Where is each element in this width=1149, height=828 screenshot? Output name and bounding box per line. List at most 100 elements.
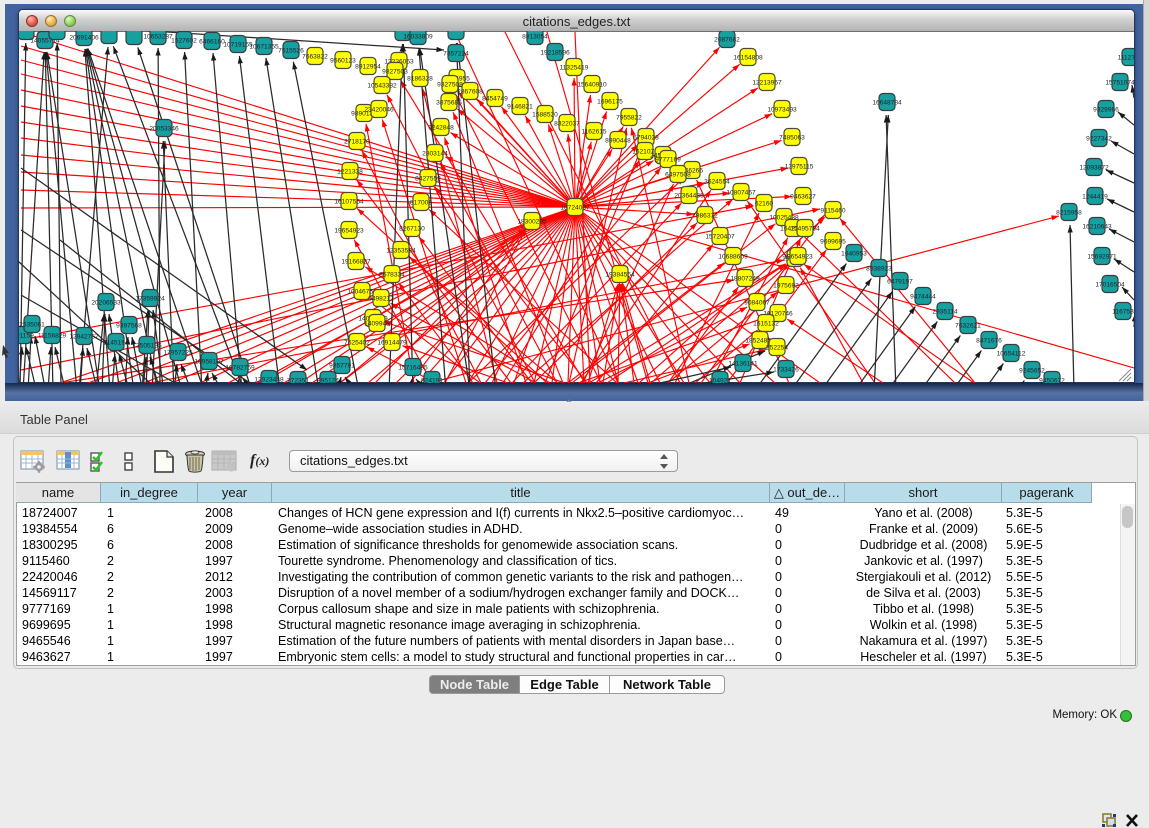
svg-text:9146821: 9146821 bbox=[507, 103, 533, 110]
svg-text:15751074: 15751074 bbox=[1105, 79, 1134, 86]
svg-text:1733426: 1733426 bbox=[773, 366, 799, 373]
svg-text:7955822: 7955822 bbox=[616, 114, 642, 121]
svg-text:20206533: 20206533 bbox=[91, 299, 121, 306]
svg-text:8215958: 8215958 bbox=[1056, 209, 1082, 216]
svg-text:8454749: 8454749 bbox=[482, 95, 508, 102]
svg-text:12942757: 12942757 bbox=[69, 333, 99, 340]
svg-text:8990448: 8990448 bbox=[605, 137, 631, 144]
svg-text:15495794: 15495794 bbox=[790, 225, 820, 232]
svg-text:2087682: 2087682 bbox=[714, 36, 740, 43]
svg-text:7485063: 7485063 bbox=[779, 134, 805, 141]
svg-text:2803144: 2803144 bbox=[422, 150, 448, 157]
svg-text:1975692: 1975692 bbox=[773, 282, 799, 289]
svg-text:16210643: 16210643 bbox=[1082, 223, 1112, 230]
svg-text:10653287: 10653287 bbox=[143, 33, 173, 40]
svg-text:12353594: 12353594 bbox=[386, 247, 416, 254]
svg-text:15720407: 15720407 bbox=[705, 233, 735, 240]
svg-text:16648784: 16648784 bbox=[872, 99, 902, 106]
svg-text:19218596: 19218596 bbox=[540, 49, 570, 56]
svg-text:12093872: 12093872 bbox=[1079, 164, 1109, 171]
svg-text:20691406: 20691406 bbox=[69, 34, 99, 41]
svg-text:7625402: 7625402 bbox=[344, 339, 370, 346]
svg-text:1615132: 1615132 bbox=[753, 320, 779, 327]
svg-text:8427552: 8427552 bbox=[415, 175, 441, 182]
svg-text:10688609: 10688609 bbox=[718, 253, 748, 260]
svg-text:9474444: 9474444 bbox=[910, 293, 936, 300]
svg-text:9327508: 9327508 bbox=[437, 81, 463, 88]
svg-text:1640953: 1640953 bbox=[841, 250, 867, 257]
svg-text:20364436: 20364436 bbox=[674, 192, 704, 199]
svg-text:116753: 116753 bbox=[1112, 308, 1134, 315]
svg-text:7663822: 7663822 bbox=[302, 53, 328, 60]
svg-text:15716485: 15716485 bbox=[398, 364, 428, 371]
svg-text:16033809: 16033809 bbox=[403, 33, 433, 40]
svg-text:8813054: 8813054 bbox=[522, 33, 548, 40]
svg-text:12923448: 12923448 bbox=[254, 376, 284, 383]
svg-text:12213967: 12213967 bbox=[752, 79, 782, 86]
svg-text:18807249: 18807249 bbox=[730, 275, 760, 282]
svg-text:3624554: 3624554 bbox=[704, 178, 730, 185]
svg-text:15640910: 15640910 bbox=[577, 81, 607, 88]
svg-text:17359924: 17359924 bbox=[135, 295, 165, 302]
svg-text:1112735: 1112735 bbox=[1118, 54, 1134, 61]
svg-text:10807467: 10807467 bbox=[726, 189, 756, 196]
svg-text:1527602: 1527602 bbox=[171, 37, 197, 44]
svg-text:6497508: 6497508 bbox=[665, 171, 691, 178]
svg-text:23420046: 23420046 bbox=[364, 106, 394, 113]
svg-text:9242848: 9242848 bbox=[428, 124, 454, 131]
svg-text:16107554: 16107554 bbox=[334, 198, 364, 205]
svg-text:18724007: 18724007 bbox=[560, 204, 590, 211]
svg-text:9245652: 9245652 bbox=[1019, 367, 1045, 374]
svg-text:9827503: 9827503 bbox=[382, 68, 408, 75]
svg-text:6479197: 6479197 bbox=[887, 278, 913, 285]
svg-text:62160: 62160 bbox=[755, 200, 774, 207]
svg-text:7357224: 7357224 bbox=[443, 50, 469, 57]
svg-text:9560123: 9560123 bbox=[330, 57, 356, 64]
svg-text:19384554: 19384554 bbox=[605, 271, 635, 278]
svg-text:19654923: 19654923 bbox=[334, 227, 364, 234]
svg-text:8678334: 8678334 bbox=[379, 271, 405, 278]
svg-text:7515526: 7515526 bbox=[278, 47, 304, 54]
svg-text:8938923: 8938923 bbox=[866, 265, 892, 272]
svg-text:16914479: 16914479 bbox=[377, 339, 407, 346]
svg-text:11156829: 11156829 bbox=[38, 332, 67, 339]
svg-text:9699695: 9699695 bbox=[820, 238, 846, 245]
svg-text:15692971: 15692971 bbox=[1087, 253, 1117, 260]
svg-text:3875685: 3875685 bbox=[436, 99, 462, 106]
svg-text:9777169: 9777169 bbox=[655, 156, 681, 163]
svg-text:10654112: 10654112 bbox=[997, 350, 1026, 357]
svg-text:12975115: 12975115 bbox=[785, 163, 814, 170]
svg-text:10671355: 10671355 bbox=[249, 43, 279, 50]
svg-text:391159: 391159 bbox=[19, 332, 34, 339]
svg-text:6794028: 6794028 bbox=[633, 134, 659, 141]
svg-text:8471676: 8471676 bbox=[976, 337, 1002, 344]
svg-text:11325419: 11325419 bbox=[560, 64, 589, 71]
svg-text:1162615: 1162615 bbox=[581, 128, 607, 135]
svg-text:2867608: 2867608 bbox=[457, 88, 483, 95]
svg-text:9115460: 9115460 bbox=[820, 207, 846, 214]
svg-text:10973493: 10973493 bbox=[767, 106, 797, 113]
svg-text:6466160: 6466160 bbox=[199, 38, 225, 45]
svg-text:8267130: 8267130 bbox=[399, 225, 425, 232]
svg-text:1409948: 1409948 bbox=[364, 320, 390, 327]
svg-text:1244419: 1244419 bbox=[1082, 193, 1108, 200]
svg-text:1696175: 1696175 bbox=[597, 98, 623, 105]
svg-text:8498212: 8498212 bbox=[368, 295, 394, 302]
svg-text:19654923: 19654923 bbox=[783, 253, 813, 260]
svg-text:7632621: 7632621 bbox=[955, 322, 981, 329]
svg-text:817006: 817006 bbox=[410, 199, 432, 206]
svg-text:16154808: 16154808 bbox=[733, 54, 763, 61]
svg-text:14136141: 14136141 bbox=[728, 360, 758, 367]
svg-text:18300295: 18300295 bbox=[517, 218, 547, 225]
svg-text:9227342: 9227342 bbox=[1086, 135, 1112, 142]
svg-text:9329966: 9329966 bbox=[1093, 106, 1119, 113]
svg-text:1588520: 1588520 bbox=[532, 111, 558, 118]
svg-text:8186328: 8186328 bbox=[407, 75, 433, 82]
svg-text:7986372: 7986372 bbox=[692, 212, 718, 219]
svg-text:1145194: 1145194 bbox=[103, 339, 129, 346]
svg-text:10958107: 10958107 bbox=[194, 358, 224, 365]
svg-text:16782759: 16782759 bbox=[225, 364, 255, 371]
svg-text:2535061: 2535061 bbox=[19, 321, 45, 328]
svg-text:20053346: 20053346 bbox=[149, 125, 179, 132]
svg-text:17016504: 17016504 bbox=[1095, 281, 1125, 288]
